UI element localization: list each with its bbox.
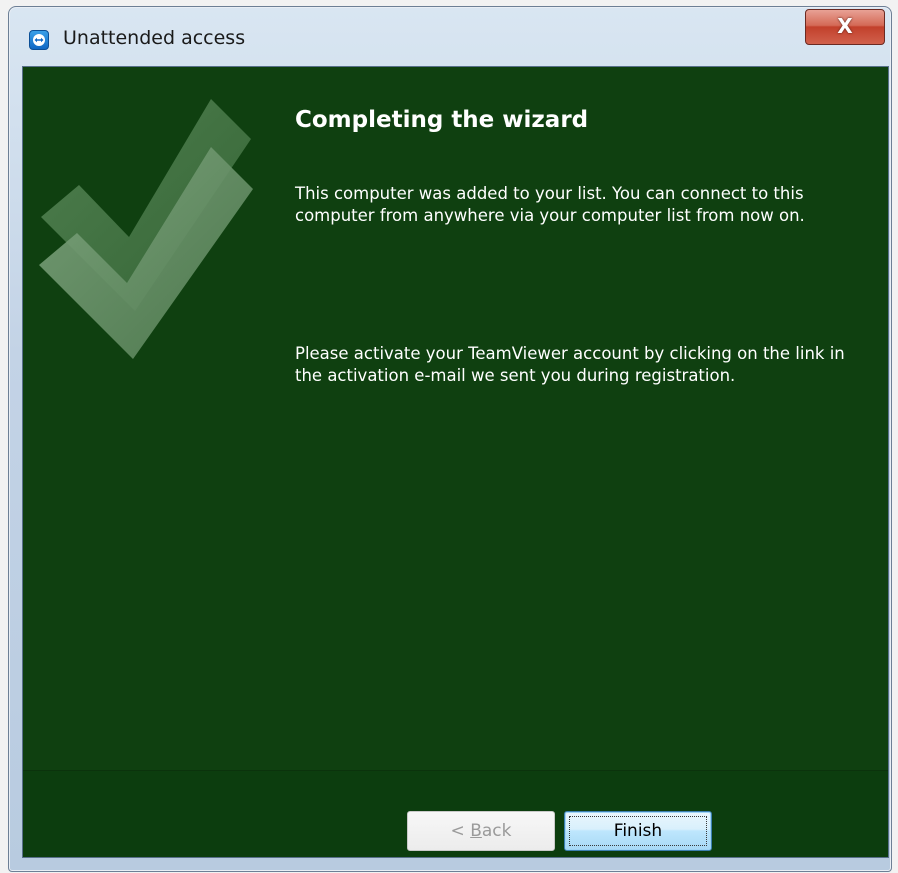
wizard-heading: Completing the wizard — [295, 107, 589, 133]
close-button[interactable]: X — [805, 9, 885, 45]
title-bar[interactable]: Unattended access X — [9, 7, 891, 67]
teamviewer-icon — [29, 30, 49, 50]
activation-message: Please activate your TeamViewer account … — [295, 344, 845, 385]
back-button-prefix: < — [450, 821, 471, 841]
wizard-body: Completing the wizard This computer was … — [23, 67, 888, 770]
wizard-content: Completing the wizard This computer was … — [22, 66, 889, 858]
finish-button[interactable]: Finish — [564, 811, 712, 851]
checkmark-icon — [39, 99, 253, 359]
back-button-label: ack — [481, 821, 512, 841]
back-button[interactable]: < Back — [407, 811, 555, 851]
wizard-footer: < Back Finish — [23, 771, 888, 857]
wizard-window: Unattended access X Completing the wizar… — [8, 6, 892, 872]
close-icon: X — [837, 14, 853, 38]
completion-message: This computer was added to your list. Yo… — [295, 184, 805, 225]
window-title: Unattended access — [63, 27, 246, 49]
back-button-mnemonic: B — [470, 821, 482, 841]
finish-button-label: Finish — [613, 821, 663, 841]
